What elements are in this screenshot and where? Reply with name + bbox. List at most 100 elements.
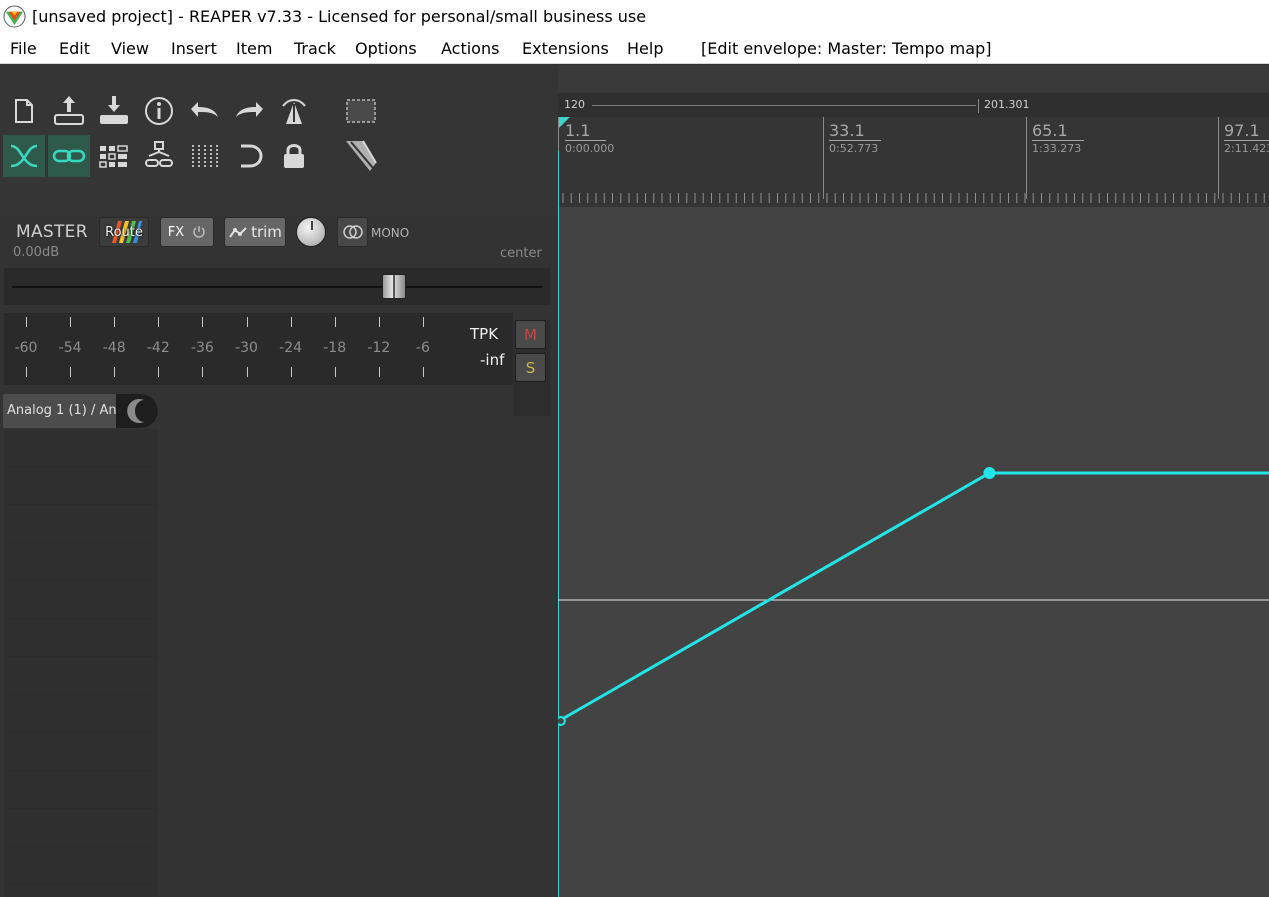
snap-button[interactable]: [93, 135, 135, 177]
envelope-point[interactable]: [558, 716, 566, 726]
new-project-button[interactable]: [3, 90, 45, 132]
reaper-logo-icon: [3, 5, 26, 28]
knob-indicator: [311, 221, 313, 230]
record-input-label: Analog 1 (1) / An: [7, 403, 117, 418]
fx-bypass-icon[interactable]: [192, 225, 206, 239]
true-peak-value[interactable]: -inf: [480, 351, 504, 369]
master-volume-fader[interactable]: [4, 268, 550, 305]
tempo-envelope-lane[interactable]: [558, 207, 1269, 897]
open-project-icon: [54, 96, 84, 125]
meter-tick: [422, 367, 424, 377]
loop-button[interactable]: [229, 135, 271, 177]
menu-edit[interactable]: Edit: [59, 39, 90, 58]
auto-crossfade-icon: [10, 144, 38, 168]
meter-tick: [202, 317, 204, 327]
tempo-marker-lane[interactable]: 120 201.301: [558, 93, 1269, 117]
route-button[interactable]: Route: [99, 217, 149, 247]
ruler-measure-label: 1.1: [565, 122, 607, 141]
menu-help[interactable]: Help: [627, 39, 663, 58]
meter-tick: [246, 317, 248, 327]
envelope-point[interactable]: [983, 467, 996, 479]
grid-lines-button[interactable]: [183, 135, 225, 177]
meter-tick: [158, 367, 160, 377]
meter-tick: [334, 317, 336, 327]
track-list-area[interactable]: [4, 429, 158, 897]
project-settings-icon: [145, 97, 173, 125]
open-project-button[interactable]: [48, 90, 90, 132]
auto-crossfade-button[interactable]: [3, 135, 45, 177]
menu-extensions[interactable]: Extensions: [522, 39, 609, 58]
region-marker-lane[interactable]: [558, 65, 1269, 93]
fader-thumb[interactable]: [382, 274, 406, 299]
metronome-icon: [282, 99, 306, 124]
meter-scale-label: -36: [190, 340, 214, 356]
tempo-envelope[interactable]: [558, 467, 1269, 726]
record-input-selector[interactable]: Analog 1 (1) / An: [3, 394, 158, 428]
redo-button[interactable]: [229, 90, 271, 132]
moon-knob-icon: [127, 399, 144, 423]
lock-button[interactable]: [273, 135, 315, 177]
menu-item[interactable]: Item: [236, 39, 272, 58]
menu-view[interactable]: View: [111, 39, 149, 58]
timeline-ruler[interactable]: 1.1 0:00.000 33.1 0:52.773 65.1 1:33.273…: [558, 117, 1269, 207]
mute-solo-column: M S: [514, 320, 550, 416]
master-volume-knob[interactable]: [296, 217, 326, 247]
meter-scale-label: -18: [323, 340, 347, 356]
meter-tick: [158, 317, 160, 327]
grid-selection-button[interactable]: [340, 90, 382, 132]
meter-scale-label: -24: [279, 340, 303, 356]
ripple-edit-button[interactable]: [138, 135, 180, 177]
master-volume-readout: 0.00dB: [13, 245, 60, 260]
meter-scale-label: -54: [58, 340, 82, 356]
master-track: MASTER 0.00dB center Route FX trim MONO: [0, 215, 558, 897]
menu-options[interactable]: Options: [355, 39, 417, 58]
meter-scale-label: -6: [415, 340, 430, 356]
tempo-start-label: 120: [564, 98, 585, 111]
menu-file[interactable]: File: [10, 39, 37, 58]
undo-button[interactable]: [183, 90, 225, 132]
master-track-name: MASTER: [16, 222, 88, 242]
tempo-envelope-line[interactable]: [558, 471, 1269, 723]
locking-button[interactable]: [48, 135, 90, 177]
window-title: [unsaved project] - REAPER v7.33 - Licen…: [32, 7, 647, 26]
mute-button[interactable]: M: [515, 320, 546, 349]
ruler-time-label: 0:00.000: [565, 142, 615, 155]
menu-insert[interactable]: Insert: [171, 39, 217, 58]
save-project-button[interactable]: [93, 90, 135, 132]
meter-tick: [378, 367, 380, 377]
meter-scale-label: -12: [367, 340, 391, 356]
fx-label: FX: [167, 224, 185, 240]
ruler-measure-label: 65.1: [1032, 122, 1084, 141]
ruler-time-label: 1:33.273: [1032, 142, 1082, 155]
fx-button[interactable]: FX: [160, 217, 214, 247]
mono-stereo-icon: [342, 225, 363, 239]
meter-tick: [334, 367, 336, 377]
main-toolbar: [0, 65, 558, 215]
trim-envelope-icon: [229, 227, 247, 238]
ruler-mark: [1026, 117, 1027, 199]
meter-scale-label: -30: [235, 340, 258, 356]
metronome-button[interactable]: [273, 90, 315, 132]
trim-button[interactable]: trim: [224, 217, 286, 247]
ruler-measure-label: 97.1: [1224, 122, 1269, 141]
fader-thumb-grip: [393, 275, 395, 298]
menu-actions[interactable]: Actions: [441, 39, 499, 58]
meter-tick: [246, 367, 248, 377]
solo-button[interactable]: S: [515, 353, 546, 382]
meter-scale-label: -48: [102, 340, 126, 356]
menu-track[interactable]: Track: [294, 39, 336, 58]
tempo-marker[interactable]: [978, 99, 979, 113]
project-settings-button[interactable]: [138, 90, 180, 132]
arrange-view[interactable]: 120 201.301 1.1 0:00.000 33.1 0:52.773 6…: [558, 65, 1269, 897]
redo-icon: [236, 102, 263, 117]
meter-tick: [70, 367, 72, 377]
grid-lines-icon: [192, 145, 218, 167]
razor-edit-button[interactable]: [340, 135, 382, 177]
tempo-lane-line: [592, 105, 976, 106]
input-monitor-knob[interactable]: [116, 394, 158, 428]
ruler-time-label: 0:52.773: [829, 142, 879, 155]
track-control-panel: MASTER 0.00dB center Route FX trim MONO: [0, 65, 558, 897]
menu-bar: File Edit View Insert Item Track Options…: [0, 34, 1269, 64]
ruler-mark: [1218, 117, 1219, 199]
mono-button[interactable]: [337, 217, 368, 247]
